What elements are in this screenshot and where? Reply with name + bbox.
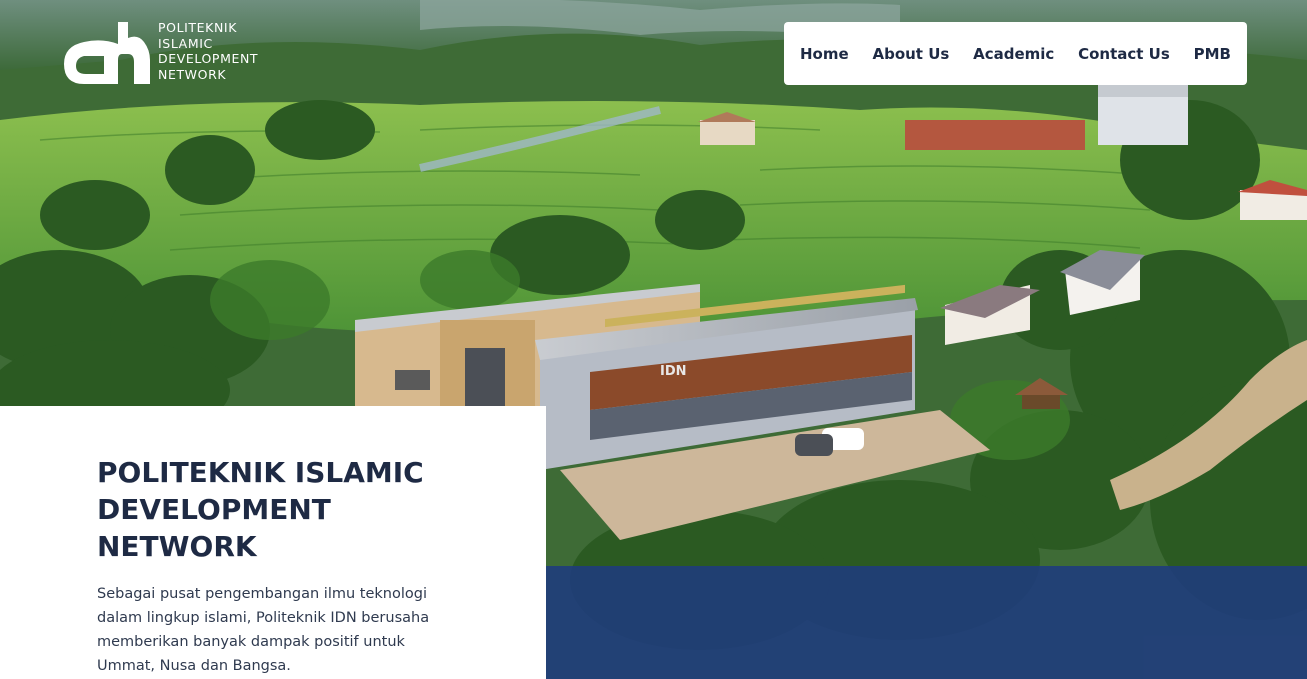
blue-accent-banner: [546, 566, 1307, 679]
hero-title: POLITEKNIK ISLAMIC DEVELOPMENT NETWORK: [97, 456, 424, 563]
hero-description: Sebagai pusat pengembangan ilmu teknolog…: [97, 586, 430, 674]
main-navigation: Home About Us Academic Contact Us PMB: [784, 22, 1247, 85]
building-sign: IDN: [660, 364, 687, 379]
nav-about-us[interactable]: About Us: [872, 45, 949, 63]
nav-contact-us[interactable]: Contact Us: [1078, 45, 1170, 63]
nav-academic[interactable]: Academic: [973, 45, 1054, 63]
site-logo[interactable]: POLITEKNIK ISLAMIC DEVELOPMENT NETWORK: [62, 20, 258, 86]
idn-logo-icon: [64, 22, 150, 84]
logo-line-1: POLITEKNIK: [158, 20, 237, 35]
logo-wordmark: POLITEKNIK ISLAMIC DEVELOPMENT NETWORK: [158, 20, 258, 82]
logo-line-2: ISLAMIC: [158, 35, 213, 51]
nav-pmb[interactable]: PMB: [1194, 45, 1231, 63]
logo-line-4: NETWORK: [158, 66, 227, 82]
nav-home[interactable]: Home: [800, 45, 849, 63]
intro-card: POLITEKNIK ISLAMIC DEVELOPMENT NETWORK S…: [0, 406, 546, 679]
logo-line-3: DEVELOPMENT: [158, 51, 259, 66]
hero-section: IDN POLITEKNIK ISLAMIC DEVELOPMENT NETWO…: [0, 0, 1307, 679]
